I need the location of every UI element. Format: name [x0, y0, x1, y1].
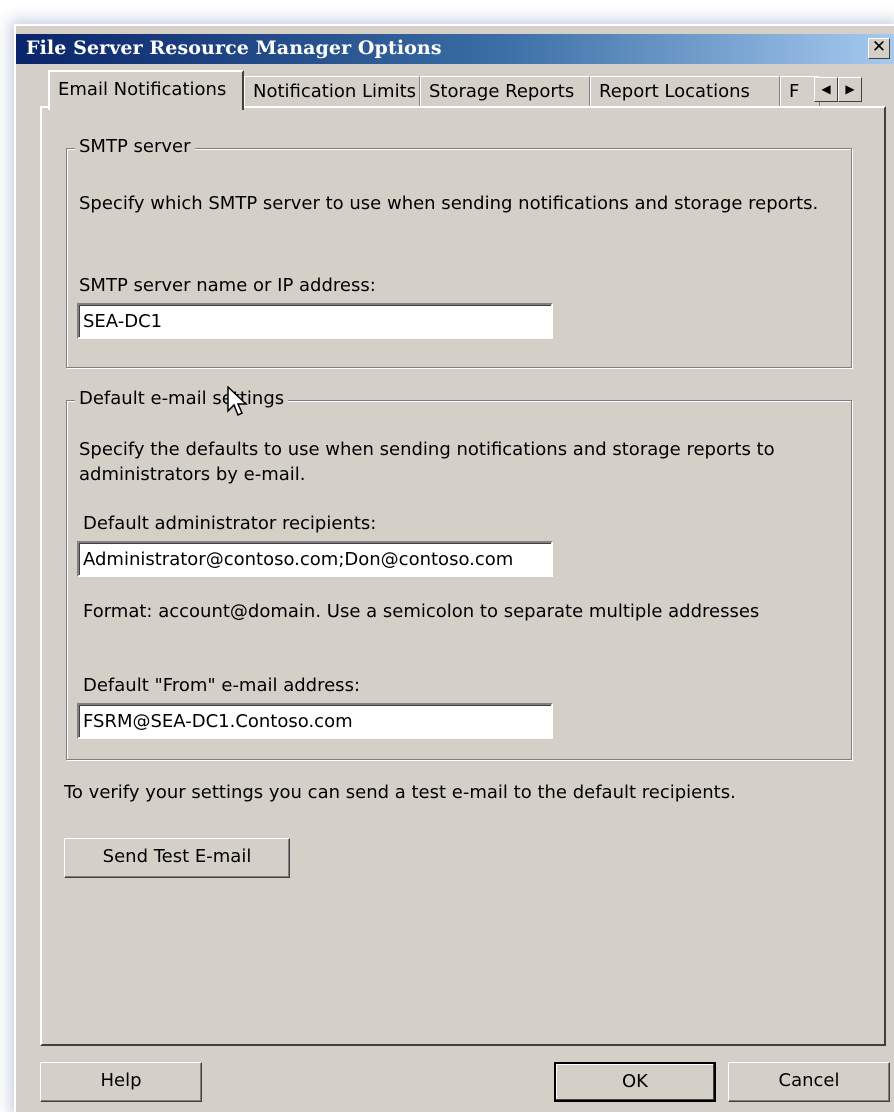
close-icon: ✕ [871, 37, 887, 57]
email-notifications-panel: SMTP server Specify which SMTP server to… [40, 106, 886, 1046]
send-test-email-button[interactable]: Send Test E-mail [64, 838, 290, 878]
smtp-server-input[interactable] [77, 303, 553, 339]
cancel-button[interactable]: Cancel [728, 1062, 890, 1102]
smtp-group-label: SMTP server [75, 136, 195, 157]
ok-button[interactable]: OK [554, 1062, 716, 1102]
close-button[interactable]: ✕ [868, 38, 890, 59]
tab-label: Email Notifications [58, 79, 227, 100]
from-address-label: Default "From" e-mail address: [83, 675, 361, 696]
recipients-label: Default administrator recipients: [83, 513, 377, 534]
window-title: File Server Resource Manager Options [26, 37, 442, 59]
defaults-group-label: Default e-mail settings [75, 388, 289, 409]
tab-label: Report Locations [599, 81, 750, 102]
smtp-server-group: SMTP server Specify which SMTP server to… [66, 136, 852, 368]
tab-label: Notification Limits [253, 81, 417, 102]
options-dialog: File Server Resource Manager Options ✕ E… [14, 24, 894, 1112]
tab-notification-limits[interactable]: Notification Limits [244, 76, 420, 108]
help-button[interactable]: Help [40, 1062, 202, 1102]
tab-strip: Email Notifications Notification Limits … [48, 70, 888, 110]
smtp-description: Specify which SMTP server to use when se… [79, 193, 819, 214]
arrow-right-icon: ▶ [845, 82, 855, 96]
from-address-input[interactable] [77, 703, 553, 739]
tab-scroll-left-button[interactable]: ◀ [814, 77, 838, 102]
tab-scroll-right-button[interactable]: ▶ [838, 77, 862, 102]
defaults-description: Specify the defaults to use when sending… [79, 439, 775, 485]
recipients-format-hint: Format: account@domain. Use a semicolon … [83, 601, 760, 622]
default-email-settings-group: Default e-mail settings Specify the defa… [66, 388, 852, 760]
tab-label: Storage Reports [429, 81, 575, 102]
tab-storage-reports[interactable]: Storage Reports [420, 76, 590, 108]
tab-label: F [789, 81, 800, 102]
mouse-cursor-icon [227, 386, 248, 417]
recipients-input[interactable] [77, 541, 553, 577]
verify-settings-text: To verify your settings you can send a t… [64, 782, 736, 803]
arrow-left-icon: ◀ [821, 82, 831, 96]
title-bar[interactable]: File Server Resource Manager Options ✕ [16, 34, 894, 64]
smtp-server-label: SMTP server name or IP address: [79, 275, 376, 296]
tab-email-notifications[interactable]: Email Notifications [48, 70, 244, 110]
tab-report-locations[interactable]: Report Locations [590, 76, 780, 108]
